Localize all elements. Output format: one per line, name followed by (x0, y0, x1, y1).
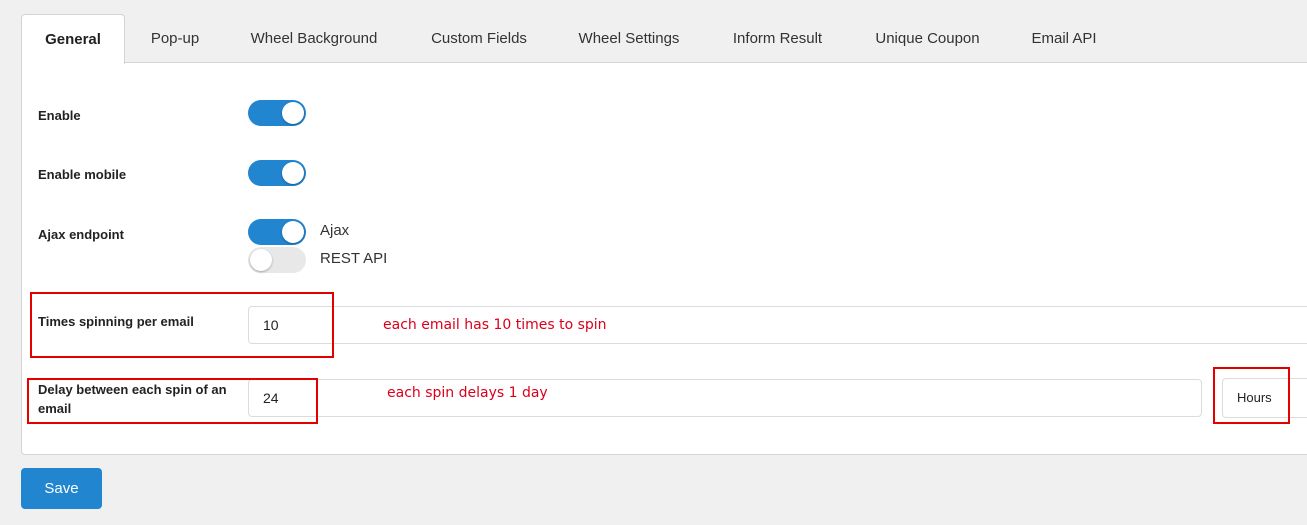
tab-wheel-background[interactable]: Wheel Background (236, 14, 392, 63)
tab-general[interactable]: General (21, 14, 125, 64)
tab-inform-result[interactable]: Inform Result (720, 14, 835, 63)
toggle-knob (282, 102, 304, 124)
rest-api-option-label: REST API (320, 250, 388, 267)
toggle-knob (250, 249, 272, 271)
enable-toggle[interactable] (248, 100, 306, 126)
times-spinning-annotation: each email has 10 times to spin (383, 317, 607, 333)
annotation-box (1213, 367, 1290, 424)
ajax-option-label: Ajax (320, 222, 350, 239)
toggle-knob (282, 162, 304, 184)
enable-label: Enable (38, 108, 81, 123)
annotation-box (30, 292, 334, 358)
tab-email-api[interactable]: Email API (1020, 14, 1108, 63)
delay-annotation: each spin delays 1 day (387, 385, 548, 401)
tab-custom-fields[interactable]: Custom Fields (418, 14, 540, 63)
rest-api-toggle[interactable] (248, 247, 306, 273)
ajax-toggle[interactable] (248, 219, 306, 245)
enable-mobile-toggle[interactable] (248, 160, 306, 186)
tab-bar: General Pop-up Wheel Background Custom F… (0, 0, 1307, 64)
tab-popup[interactable]: Pop-up (137, 14, 213, 63)
save-button[interactable]: Save (21, 468, 102, 509)
enable-mobile-label: Enable mobile (38, 167, 127, 182)
tab-unique-coupon[interactable]: Unique Coupon (862, 14, 993, 63)
annotation-box (27, 378, 318, 424)
toggle-knob (282, 221, 304, 243)
tab-wheel-settings[interactable]: Wheel Settings (565, 14, 693, 63)
ajax-endpoint-label: Ajax endpoint (38, 227, 124, 242)
